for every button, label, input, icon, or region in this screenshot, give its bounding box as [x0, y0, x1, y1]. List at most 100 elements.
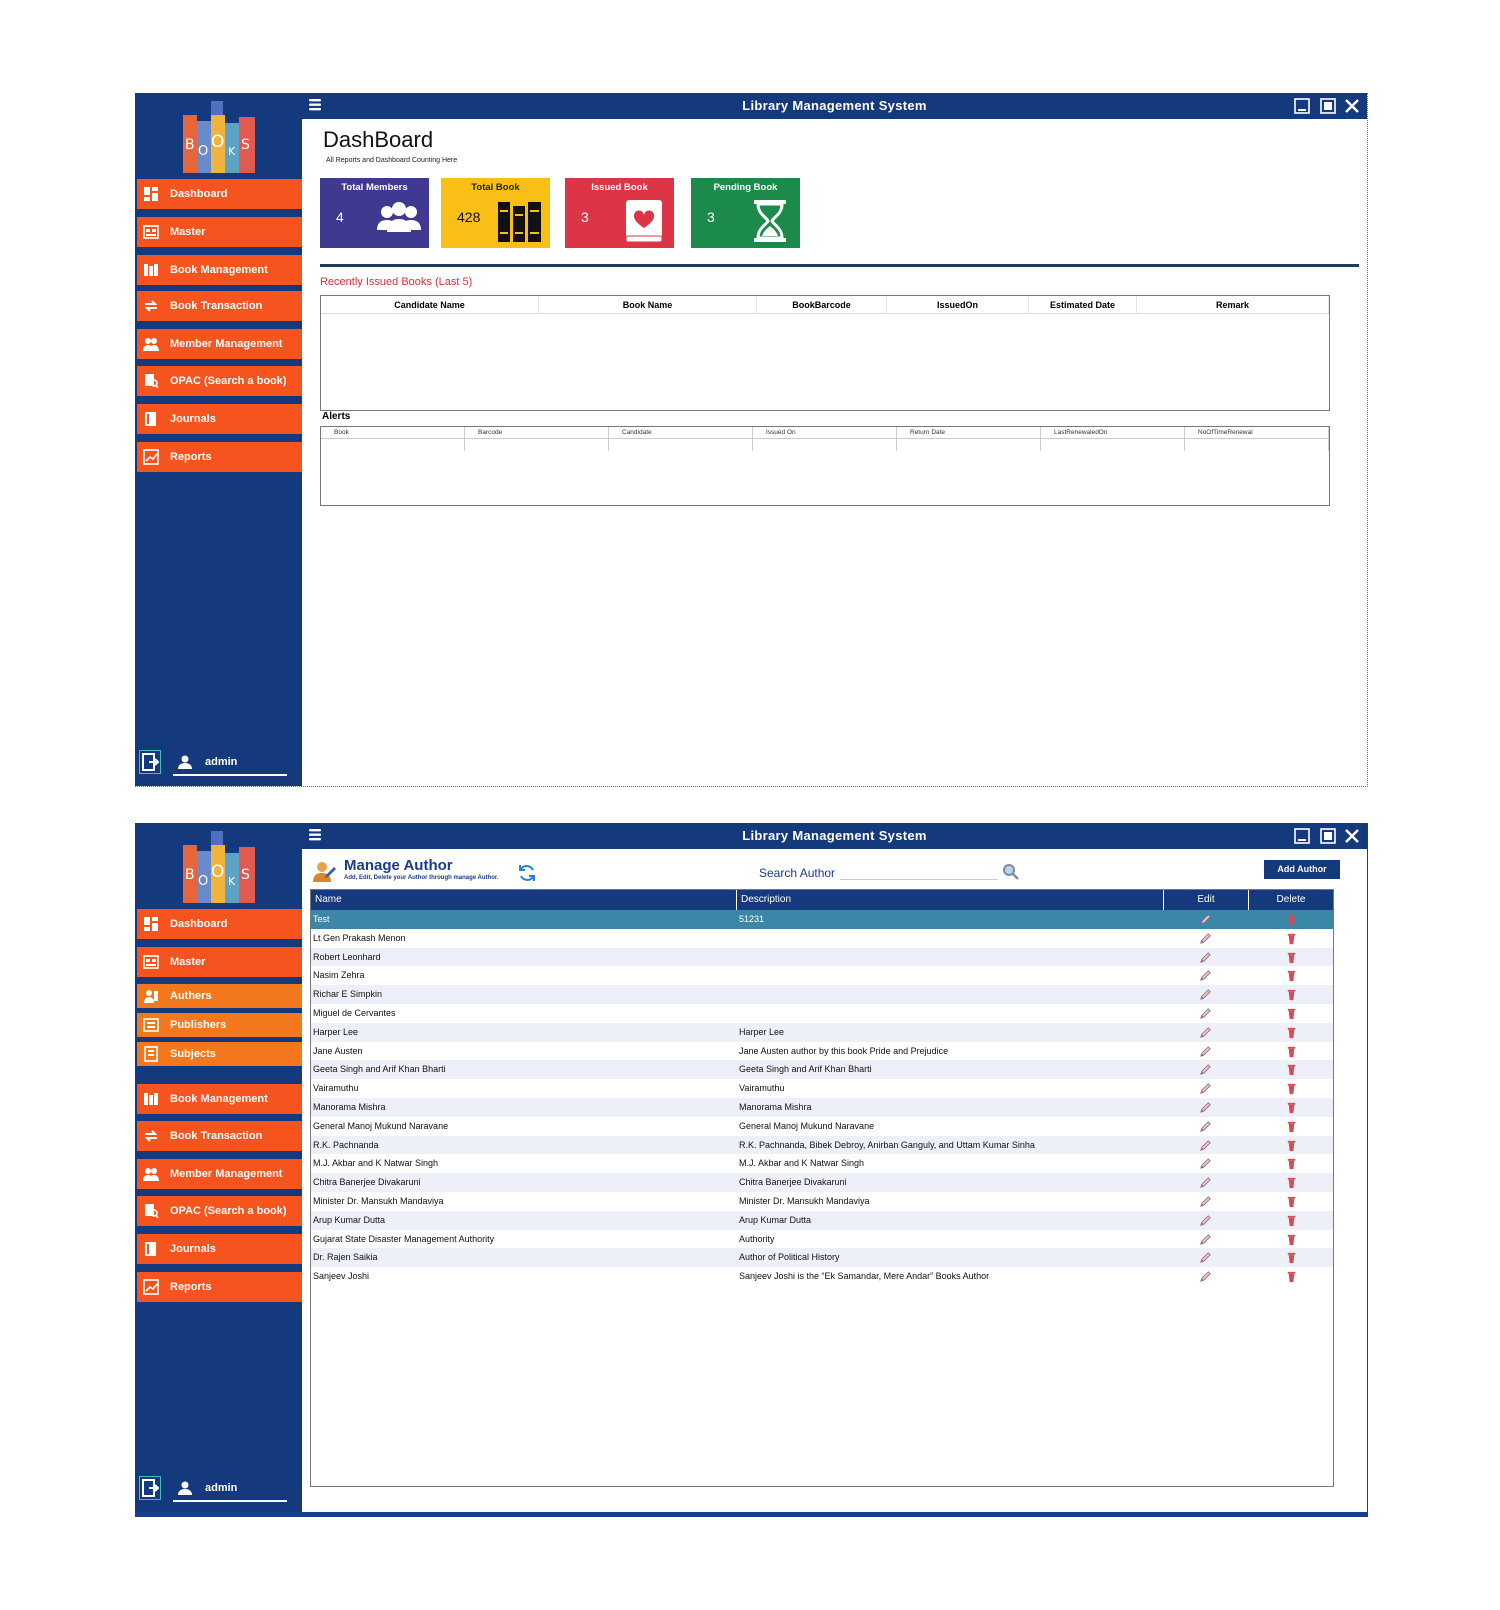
- delete-trash-icon[interactable]: [1285, 1214, 1298, 1227]
- author-grid[interactable]: Name Description Edit Delete Test 51231 Lt…: [310, 889, 1334, 1487]
- delete-trash-icon[interactable]: [1285, 1101, 1298, 1114]
- sidebar-item-opac-search-a-book[interactable]: OPAC (Search a book): [137, 1196, 302, 1226]
- alert-column-candidate[interactable]: Candidate: [609, 427, 753, 438]
- edit-pencil-icon[interactable]: [1199, 1214, 1212, 1227]
- edit-pencil-icon[interactable]: [1199, 951, 1212, 964]
- table-row[interactable]: Arup Kumar Dutta Arup Kumar Dutta: [311, 1210, 1333, 1230]
- column-header-issuedon[interactable]: IssuedOn: [887, 296, 1029, 313]
- edit-pencil-icon[interactable]: [1199, 969, 1212, 982]
- delete-trash-icon[interactable]: [1285, 1270, 1298, 1283]
- column-header-candidate-name[interactable]: Candidate Name: [321, 296, 539, 313]
- alert-column-return-date[interactable]: Return Date: [897, 427, 1041, 438]
- delete-trash-icon[interactable]: [1285, 951, 1298, 964]
- table-row[interactable]: M.J. Akbar and K Natwar Singh M.J. Akbar …: [311, 1154, 1333, 1173]
- edit-pencil-icon[interactable]: [1199, 913, 1212, 926]
- sidebar-item-reports[interactable]: Reports: [137, 1272, 302, 1302]
- alert-column-book[interactable]: Book: [321, 427, 465, 438]
- sidebar-item-member-management[interactable]: Member Management: [137, 329, 302, 359]
- edit-pencil-icon[interactable]: [1199, 932, 1212, 945]
- sidebar-item-dashboard[interactable]: Dashboard: [137, 179, 302, 209]
- table-row[interactable]: Sanjeev Joshi Sanjeev Joshi is the “Ek Sa…: [311, 1267, 1333, 1286]
- alerts-grid[interactable]: Book Barcode Candidate Issued On Return Date…: [320, 426, 1330, 506]
- refresh-icon[interactable]: [517, 863, 537, 883]
- table-row[interactable]: Manorama Mishra Manorama Mishra: [311, 1097, 1333, 1117]
- column-header-estimated-date[interactable]: Estimated Date: [1029, 296, 1137, 313]
- sidebar-item-book-transaction[interactable]: Book Transaction: [137, 1121, 302, 1151]
- sidebar-item-journals[interactable]: Journals: [137, 404, 302, 434]
- table-row[interactable]: R.K. Pachnanda R.K. Pachnanda, Bibek Debr…: [311, 1135, 1333, 1155]
- edit-pencil-icon[interactable]: [1199, 1251, 1212, 1264]
- table-row[interactable]: Nasim Zehra: [311, 966, 1333, 985]
- table-row[interactable]: Minister Dr. Mansukh Mandaviya Minister D…: [311, 1192, 1333, 1211]
- sidebar-item-dashboard[interactable]: Dashboard: [137, 909, 302, 939]
- alert-column-barcode[interactable]: Barcode: [465, 427, 609, 438]
- sidebar-item-master[interactable]: Master: [137, 947, 302, 977]
- table-row[interactable]: General Manoj Mukund Naravane General Man…: [311, 1117, 1333, 1136]
- table-row[interactable]: Vairamuthu Vairamuthu: [311, 1079, 1333, 1098]
- edit-pencil-icon[interactable]: [1199, 1176, 1212, 1189]
- table-row[interactable]: Richar E Simpkin: [311, 985, 1333, 1004]
- maximize-icon[interactable]: [1319, 827, 1337, 845]
- delete-trash-icon[interactable]: [1285, 1120, 1298, 1133]
- table-row[interactable]: Gujarat State Disaster Management Author…: [311, 1230, 1333, 1249]
- logout-button[interactable]: [139, 750, 161, 774]
- delete-trash-icon[interactable]: [1285, 1045, 1298, 1058]
- alert-column-lastrenewaledon[interactable]: LastRenewaledOn: [1041, 427, 1185, 438]
- card-pending-book[interactable]: Pending Book 3: [691, 178, 800, 248]
- column-header-book-name[interactable]: Book Name: [539, 296, 757, 313]
- recent-issued-grid[interactable]: Candidate Name Book Name BookBarcode Issued…: [320, 295, 1330, 411]
- search-author-input[interactable]: [840, 862, 998, 880]
- search-icon[interactable]: [1002, 863, 1020, 881]
- table-row[interactable]: Geeta Singh and Arif Khan Bharti Geeta Si…: [311, 1060, 1333, 1080]
- sidebar-item-authers[interactable]: Authers: [137, 984, 302, 1008]
- sidebar-item-subjects[interactable]: Subjects: [137, 1042, 302, 1066]
- column-header-remark[interactable]: Remark: [1137, 296, 1329, 313]
- sidebar-item-master[interactable]: Master: [137, 217, 302, 247]
- card-total-book[interactable]: Total Book 428: [441, 178, 550, 248]
- sidebar-item-opac-search-a-book[interactable]: OPAC (Search a book): [137, 366, 302, 396]
- edit-pencil-icon[interactable]: [1199, 1007, 1212, 1020]
- column-header-name[interactable]: Name: [311, 890, 737, 910]
- edit-pencil-icon[interactable]: [1199, 1233, 1212, 1246]
- edit-pencil-icon[interactable]: [1199, 1063, 1212, 1076]
- card-total-members[interactable]: Total Members 4: [320, 178, 429, 248]
- alert-column-issued-on[interactable]: Issued On: [753, 427, 897, 438]
- delete-trash-icon[interactable]: [1285, 1082, 1298, 1095]
- delete-trash-icon[interactable]: [1285, 1195, 1298, 1208]
- edit-pencil-icon[interactable]: [1199, 1139, 1212, 1152]
- sidebar-item-journals[interactable]: Journals: [137, 1234, 302, 1264]
- delete-trash-icon[interactable]: [1285, 1026, 1298, 1039]
- edit-pencil-icon[interactable]: [1199, 1026, 1212, 1039]
- table-row[interactable]: Test 51231: [311, 910, 1333, 929]
- card-issued-book[interactable]: Issued Book 3: [565, 178, 674, 248]
- delete-trash-icon[interactable]: [1285, 1063, 1298, 1076]
- delete-trash-icon[interactable]: [1285, 988, 1298, 1001]
- delete-trash-icon[interactable]: [1285, 1233, 1298, 1246]
- alert-column-nooftimerenewal[interactable]: NoOfTimeRenewal: [1185, 427, 1329, 438]
- table-row[interactable]: Miguel de Cervantes: [311, 1004, 1333, 1023]
- table-row[interactable]: Harper Lee Harper Lee: [311, 1022, 1333, 1042]
- edit-pencil-icon[interactable]: [1199, 988, 1212, 1001]
- sidebar-item-publishers[interactable]: Publishers: [137, 1013, 302, 1037]
- delete-trash-icon[interactable]: [1285, 969, 1298, 982]
- delete-trash-icon[interactable]: [1285, 1007, 1298, 1020]
- sidebar-item-member-management[interactable]: Member Management: [137, 1159, 302, 1189]
- table-row[interactable]: Jane Austen Jane Austen author by this bo…: [311, 1042, 1333, 1061]
- column-header-bookbarcode[interactable]: BookBarcode: [757, 296, 887, 313]
- table-row[interactable]: Robert Leonhard: [311, 947, 1333, 967]
- delete-trash-icon[interactable]: [1285, 1139, 1298, 1152]
- sidebar-item-book-management[interactable]: Book Management: [137, 1084, 302, 1114]
- close-icon[interactable]: [1343, 97, 1361, 115]
- edit-pencil-icon[interactable]: [1199, 1045, 1212, 1058]
- add-author-button[interactable]: Add Author: [1264, 860, 1340, 879]
- edit-pencil-icon[interactable]: [1199, 1157, 1212, 1170]
- sidebar-item-book-transaction[interactable]: Book Transaction: [137, 291, 302, 321]
- edit-pencil-icon[interactable]: [1199, 1120, 1212, 1133]
- table-row[interactable]: Lt Gen Prakash Menon: [311, 929, 1333, 948]
- edit-pencil-icon[interactable]: [1199, 1270, 1212, 1283]
- minimize-icon[interactable]: [1293, 827, 1311, 845]
- sidebar-item-book-management[interactable]: Book Management: [137, 255, 302, 285]
- delete-trash-icon[interactable]: [1285, 913, 1298, 926]
- delete-trash-icon[interactable]: [1285, 1157, 1298, 1170]
- close-icon[interactable]: [1343, 827, 1361, 845]
